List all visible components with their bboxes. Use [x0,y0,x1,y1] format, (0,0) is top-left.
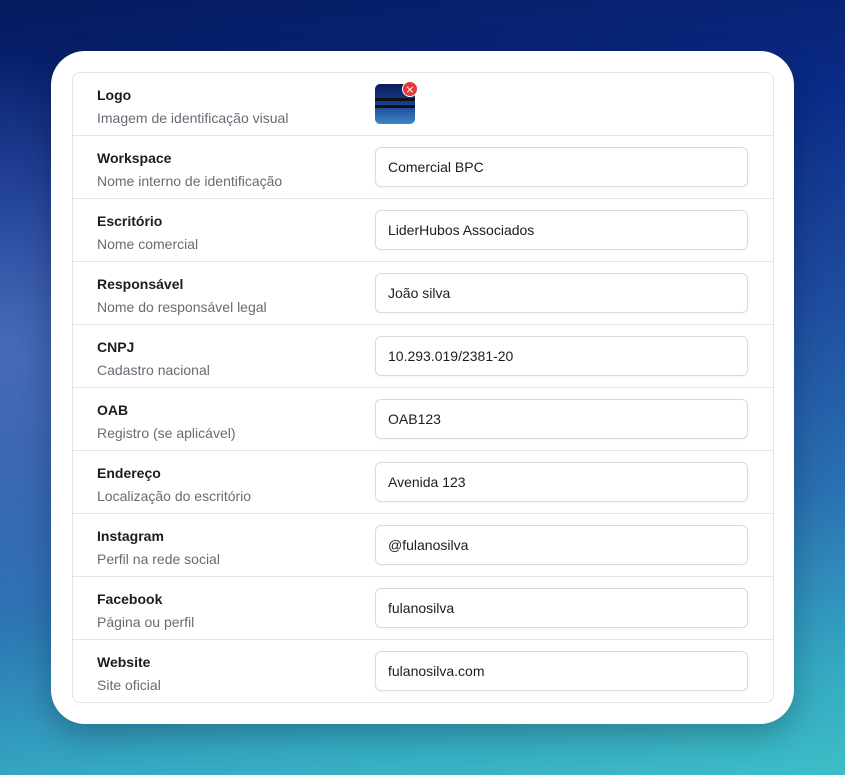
field-title: Endereço [97,465,161,481]
label-escritorio: Escritório Nome comercial [97,199,367,261]
field-title: Facebook [97,591,163,607]
label-instagram: Instagram Perfil na rede social [97,514,367,576]
label-oab: OAB Registro (se aplicável) [97,388,367,450]
row-cnpj: CNPJ Cadastro nacional [73,325,773,388]
row-escritorio: Escritório Nome comercial [73,199,773,262]
field-title: Responsável [97,276,184,292]
row-instagram: Instagram Perfil na rede social [73,514,773,577]
oab-input[interactable] [375,399,748,439]
facebook-input[interactable] [375,588,748,628]
label-logo: Logo Imagem de identificação visual [97,73,367,135]
logo-stripe [375,98,415,101]
cnpj-input[interactable] [375,336,748,376]
field-title: Instagram [97,528,164,544]
label-website: Website Site oficial [97,640,367,702]
field-subtitle: Cadastro nacional [97,362,210,378]
row-logo: Logo Imagem de identificação visual × [73,73,773,136]
responsavel-input[interactable] [375,273,748,313]
row-endereco: Endereço Localização do escritório [73,451,773,514]
label-facebook: Facebook Página ou perfil [97,577,367,639]
row-facebook: Facebook Página ou perfil [73,577,773,640]
field-subtitle: Site oficial [97,677,161,693]
endereco-input[interactable] [375,462,748,502]
label-workspace: Workspace Nome interno de identificação [97,136,367,198]
remove-logo-icon[interactable]: × [402,81,418,97]
field-title: Escritório [97,213,163,229]
row-responsavel: Responsável Nome do responsável legal [73,262,773,325]
field-title: OAB [97,402,129,418]
row-oab: OAB Registro (se aplicável) [73,388,773,451]
field-subtitle: Nome interno de identificação [97,173,283,189]
field-title: Workspace [97,150,172,166]
settings-card: Logo Imagem de identificação visual × Wo… [51,51,794,724]
field-title: Logo [97,87,132,103]
field-subtitle: Nome comercial [97,236,199,252]
label-responsavel: Responsável Nome do responsável legal [97,262,367,324]
logo-stripe [375,105,415,108]
field-title: Website [97,654,151,670]
escritorio-input[interactable] [375,210,748,250]
field-title: CNPJ [97,339,135,355]
website-input[interactable] [375,651,748,691]
row-workspace: Workspace Nome interno de identificação [73,136,773,199]
field-subtitle: Localização do escritório [97,488,252,504]
field-subtitle: Registro (se aplicável) [97,425,236,441]
field-subtitle: Imagem de identificação visual [97,110,289,126]
field-subtitle: Perfil na rede social [97,551,220,567]
field-subtitle: Nome do responsável legal [97,299,267,315]
workspace-settings-form: Logo Imagem de identificação visual × Wo… [72,72,774,703]
row-website: Website Site oficial [73,640,773,702]
workspace-input[interactable] [375,147,748,187]
label-cnpj: CNPJ Cadastro nacional [97,325,367,387]
field-subtitle: Página ou perfil [97,614,195,630]
instagram-input[interactable] [375,525,748,565]
label-endereco: Endereço Localização do escritório [97,451,367,513]
